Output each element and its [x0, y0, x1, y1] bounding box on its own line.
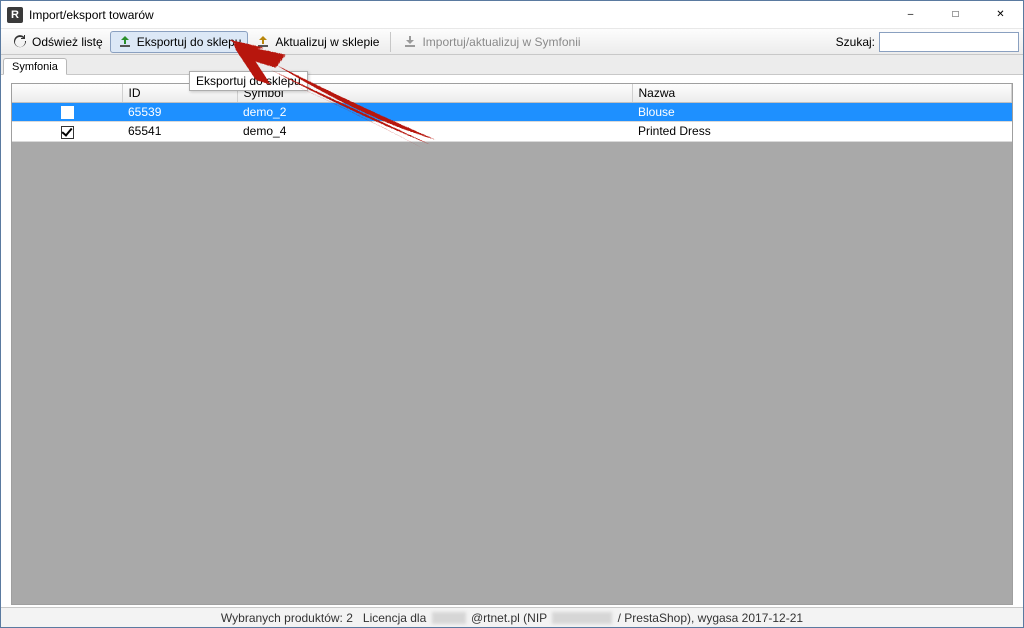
update-shop-button[interactable]: Aktualizuj w sklepie — [248, 31, 386, 53]
minimize-button[interactable]: – — [888, 1, 933, 29]
tooltip: Eksportuj do sklepu — [189, 71, 308, 91]
search-input[interactable] — [879, 32, 1019, 52]
cell-symbol: demo_4 — [237, 122, 632, 141]
refresh-label: Odśwież listę — [32, 35, 103, 49]
close-button[interactable]: ✕ — [978, 1, 1023, 29]
export-button[interactable]: Eksportuj do sklepu — [110, 31, 249, 53]
row-checkbox-cell[interactable] — [12, 103, 122, 122]
cell-symbol: demo_2 — [237, 103, 632, 122]
table-row[interactable]: 65539demo_2Blouse — [12, 103, 1012, 122]
search-label: Szukaj: — [836, 35, 875, 49]
tabstrip: Symfonia — [1, 55, 1023, 75]
titlebar: R Import/eksport towarów – □ ✕ — [1, 1, 1023, 29]
grid-header-row: ID Symbol Nazwa — [12, 84, 1012, 103]
refresh-button[interactable]: Odśwież listę — [5, 31, 110, 53]
cell-nazwa: Printed Dress — [632, 122, 1012, 141]
download-icon — [402, 34, 418, 50]
cell-nazwa: Blouse — [632, 103, 1012, 122]
table-row[interactable]: 65541demo_4Printed Dress — [12, 122, 1012, 141]
row-checkbox-cell[interactable] — [12, 122, 122, 141]
checkbox[interactable] — [61, 126, 74, 139]
cell-id: 65541 — [122, 122, 237, 141]
import-symfonia-button: Importuj/aktualizuj w Symfonii — [395, 31, 587, 53]
window-title: Import/eksport towarów — [29, 8, 154, 22]
tab-symfonia[interactable]: Symfonia — [3, 58, 67, 75]
toolbar-separator — [390, 32, 391, 52]
import-symfonia-label: Importuj/aktualizuj w Symfonii — [422, 35, 580, 49]
update-icon — [255, 34, 271, 50]
maximize-button[interactable]: □ — [933, 1, 978, 29]
col-checkbox[interactable] — [12, 84, 122, 103]
grid-container: ID Symbol Nazwa 65539demo_2Blouse65541de… — [11, 83, 1013, 605]
statusbar: Wybranych produktów: 2 Licencja dla @rtn… — [1, 607, 1023, 627]
export-label: Eksportuj do sklepu — [137, 35, 242, 49]
update-shop-label: Aktualizuj w sklepie — [275, 35, 379, 49]
products-grid[interactable]: ID Symbol Nazwa 65539demo_2Blouse65541de… — [12, 84, 1012, 142]
app-icon: R — [7, 7, 23, 23]
toolbar: Odśwież listę Eksportuj do sklepu Aktual… — [1, 29, 1023, 55]
col-nazwa[interactable]: Nazwa — [632, 84, 1012, 103]
statusbar-text: Wybranych produktów: 2 Licencja dla @rtn… — [221, 611, 803, 625]
checkbox[interactable] — [61, 106, 74, 119]
upload-icon — [117, 34, 133, 50]
refresh-icon — [12, 34, 28, 50]
cell-id: 65539 — [122, 103, 237, 122]
